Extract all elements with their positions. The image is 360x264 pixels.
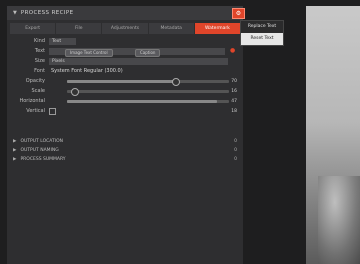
opacity-row: Opacity 70 <box>7 77 243 86</box>
recipe-tabs: Export File Adjustments Metadata Waterma… <box>10 23 241 34</box>
process-summary-section[interactable]: ▶ PROCESS SUMMARY 0 <box>7 155 243 163</box>
section-count: 0 <box>234 138 237 144</box>
vertical-row: Vertical 18 <box>7 107 243 116</box>
caret-right-icon: ▶ <box>13 138 17 144</box>
image-preview <box>306 6 360 264</box>
opacity-value[interactable]: 70 <box>231 77 237 86</box>
tab-metadata[interactable]: Metadata <box>148 23 194 34</box>
horizontal-slider[interactable] <box>67 100 229 103</box>
vertical-checkbox[interactable] <box>49 108 56 115</box>
horizontal-slider-fill <box>67 100 217 103</box>
opacity-label: Opacity <box>25 78 45 84</box>
text-input[interactable]: Image Text Control Caption <box>49 48 225 57</box>
font-row: Font System Font Regular (300.0) <box>7 67 243 76</box>
text-token[interactable]: Image Text Control <box>65 49 113 57</box>
caret-right-icon: ▶ <box>13 156 17 162</box>
horizontal-row: Horizontal 47 <box>7 97 243 106</box>
horizontal-value[interactable]: 47 <box>231 97 237 106</box>
opacity-slider-thumb[interactable] <box>172 78 180 86</box>
caret-down-icon: ▼ <box>13 10 17 16</box>
vertical-label: Vertical <box>26 108 45 114</box>
text-token[interactable]: Caption <box>135 49 161 57</box>
font-label: Font <box>34 68 45 74</box>
opacity-slider[interactable] <box>67 78 229 86</box>
section-count: 0 <box>234 156 237 162</box>
scale-slider-thumb[interactable] <box>71 88 79 96</box>
kind-row: Kind Text <box>7 37 243 46</box>
horizontal-label: Horizontal <box>19 98 45 104</box>
size-row: Size Pixels <box>7 57 243 66</box>
section-title: PROCESS SUMMARY <box>20 156 66 162</box>
scale-value[interactable]: 16 <box>231 87 237 96</box>
tab-export[interactable]: Export <box>10 23 56 34</box>
section-header[interactable]: ▼ PROCESS RECIPE <box>7 6 243 20</box>
opacity-slider-fill <box>67 80 175 83</box>
section-count: 0 <box>234 147 237 153</box>
tab-watermark[interactable]: Watermark <box>194 23 241 34</box>
scale-label: Scale <box>31 88 45 94</box>
scale-row: Scale 16 <box>7 87 243 96</box>
text-label: Text <box>34 48 45 54</box>
size-label: Size <box>34 58 45 64</box>
tab-file[interactable]: File <box>56 23 102 34</box>
output-naming-section[interactable]: ▶ OUTPUT NAMING 0 <box>7 146 243 154</box>
caret-right-icon: ▶ <box>13 147 17 153</box>
size-select[interactable]: Pixels <box>49 58 228 65</box>
output-location-section[interactable]: ▶ OUTPUT LOCATION 0 <box>7 137 243 145</box>
scale-slider[interactable] <box>67 88 229 96</box>
text-row: Text Image Text Control Caption ● <box>7 47 243 57</box>
section-title: OUTPUT NAMING <box>20 147 59 153</box>
kind-label: Kind <box>33 38 45 44</box>
section-title: PROCESS RECIPE <box>20 10 74 16</box>
tab-adjustments[interactable]: Adjustments <box>102 23 148 34</box>
add-token-icon[interactable]: ● <box>230 47 235 54</box>
watermark-options-menu: Replace Text Reset Text <box>240 20 284 46</box>
vertical-value[interactable]: 18 <box>231 107 237 116</box>
menu-item-reset-text[interactable]: Reset Text <box>241 33 283 45</box>
font-value[interactable]: System Font Regular (300.0) <box>51 67 123 76</box>
section-title: OUTPUT LOCATION <box>20 138 63 144</box>
kind-select[interactable]: Text <box>49 38 76 45</box>
process-recipe-panel: ▼ PROCESS RECIPE Export File Adjustments… <box>7 6 245 264</box>
gear-icon[interactable]: ⚙ <box>232 8 245 19</box>
menu-item-replace-text[interactable]: Replace Text <box>241 21 283 33</box>
